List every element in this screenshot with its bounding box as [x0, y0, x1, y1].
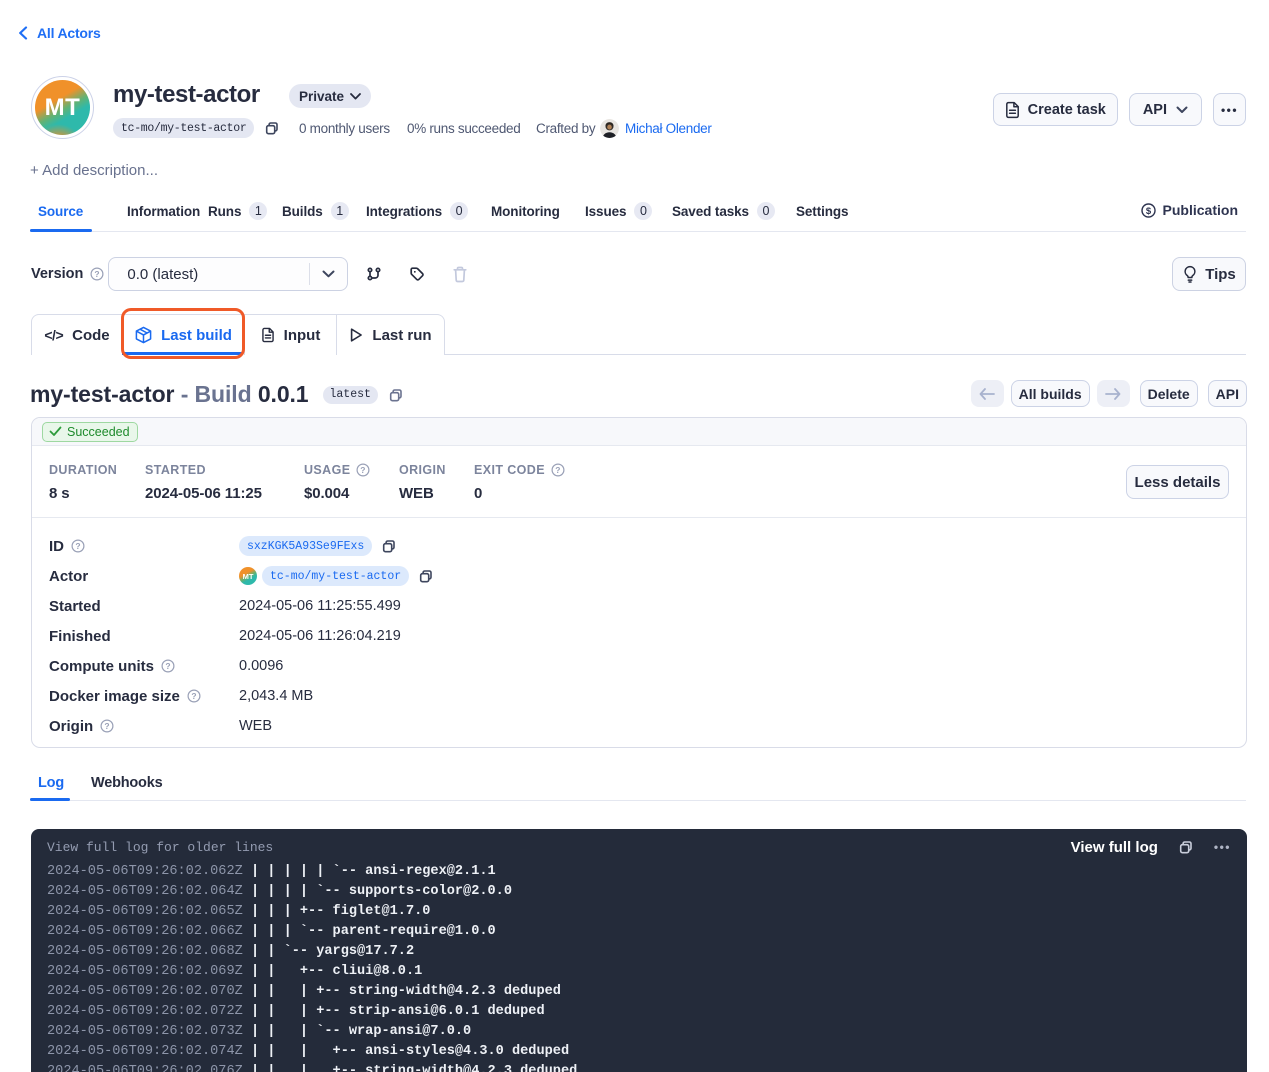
svg-text:?: ? [555, 465, 561, 475]
svg-text:$: $ [1145, 206, 1151, 217]
svg-text:?: ? [105, 721, 110, 731]
svg-text:?: ? [95, 269, 100, 279]
svg-text:?: ? [361, 465, 367, 475]
svg-text:?: ? [191, 691, 196, 701]
svg-text:?: ? [165, 661, 170, 671]
svg-text:?: ? [75, 541, 80, 551]
